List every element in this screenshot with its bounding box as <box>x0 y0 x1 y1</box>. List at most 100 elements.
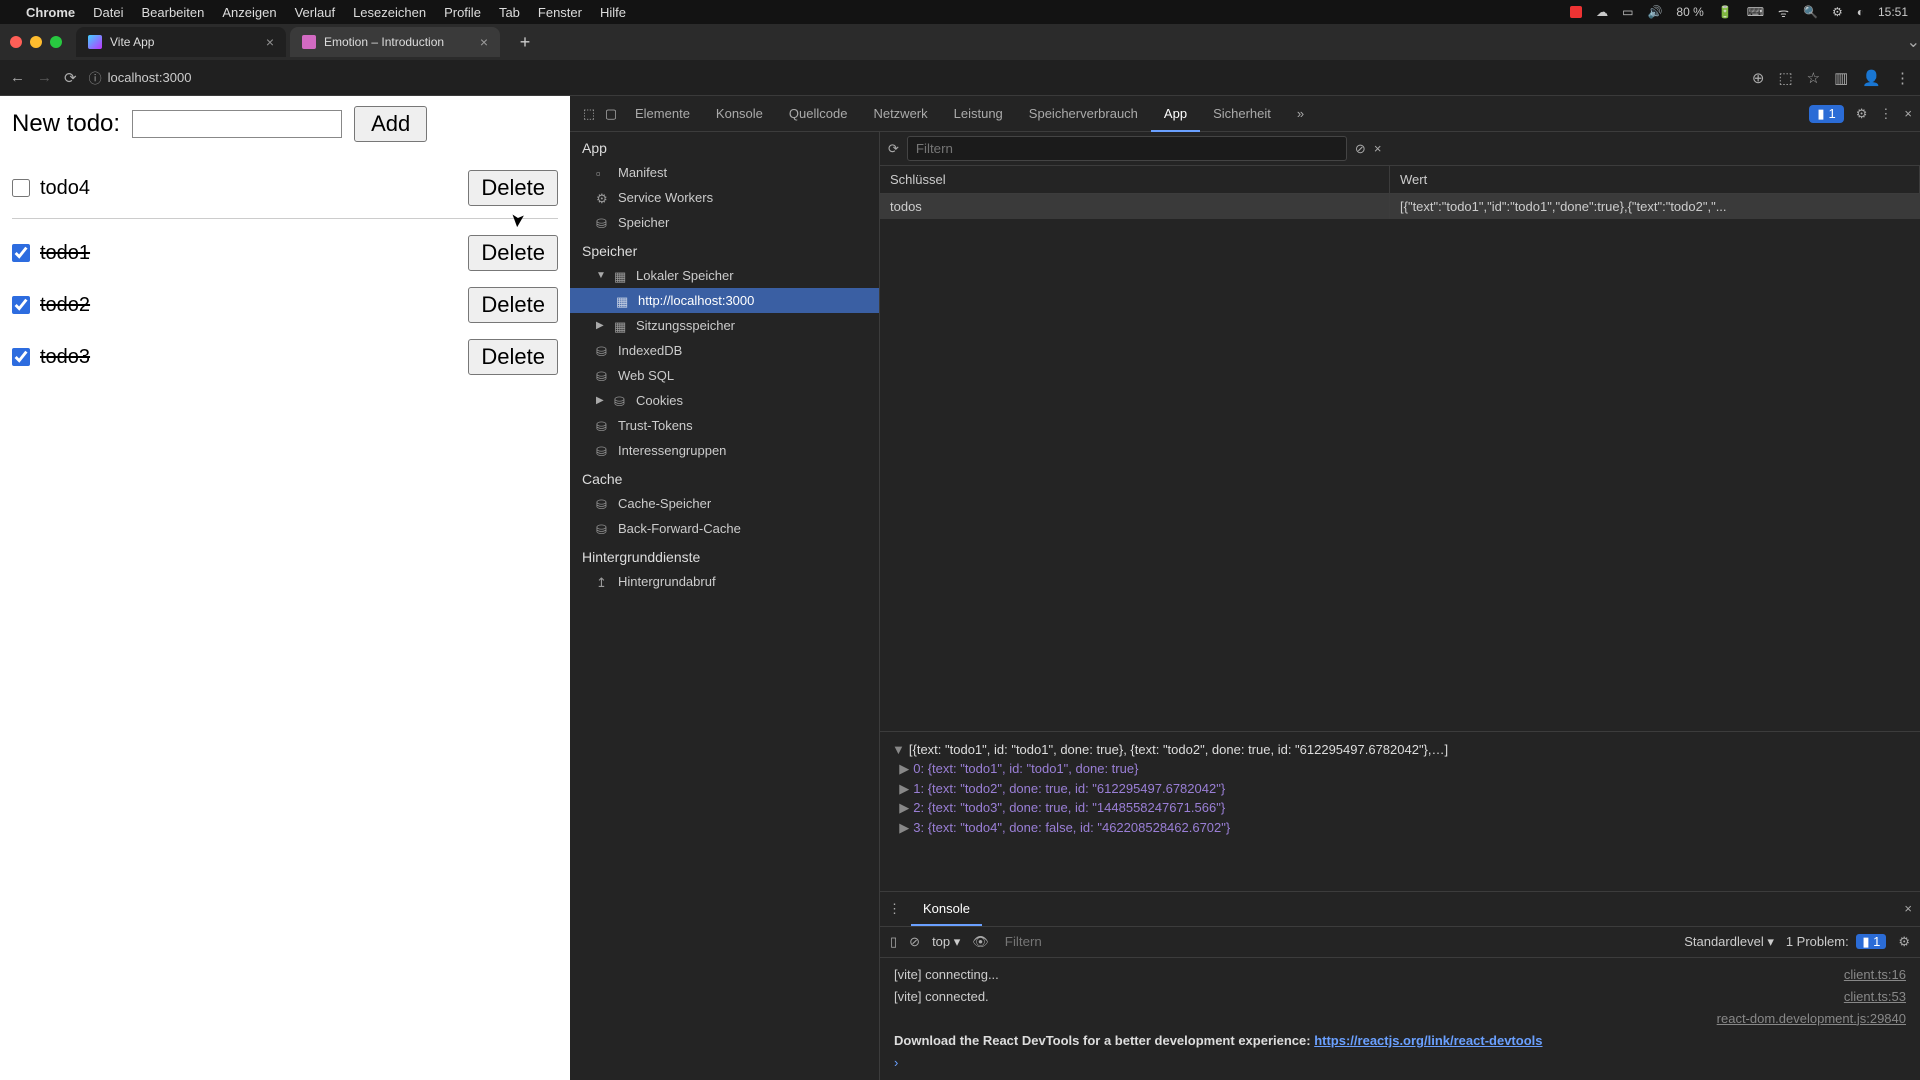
menubar-app[interactable]: Chrome <box>26 5 75 20</box>
control-center-icon[interactable]: ⚙ <box>1832 5 1843 19</box>
tab-emotion[interactable]: Emotion – Introduction × <box>290 27 500 57</box>
url-field[interactable]: ⓘ localhost:3000 <box>89 68 1740 87</box>
source-link[interactable]: client.ts:16 <box>1844 964 1906 986</box>
tab-speicherverbrauch[interactable]: Speicherverbrauch <box>1016 96 1151 132</box>
add-button[interactable]: Add <box>354 106 427 142</box>
col-value[interactable]: Wert <box>1390 166 1920 193</box>
console-prompt[interactable]: › <box>894 1052 898 1074</box>
source-link[interactable]: client.ts:53 <box>1844 986 1906 1008</box>
sidebar-manifest[interactable]: ▫Manifest <box>570 160 879 185</box>
more-tabs-icon[interactable]: » <box>1284 96 1317 132</box>
todo-checkbox[interactable] <box>12 244 30 262</box>
console-settings-icon[interactable]: ⚙ <box>1898 934 1910 950</box>
close-tab-icon[interactable]: × <box>266 34 274 50</box>
delete-button[interactable]: Delete <box>468 235 558 271</box>
sidebar-service-workers[interactable]: ⚙Service Workers <box>570 185 879 210</box>
clear-console-icon[interactable]: ⊘ <box>909 934 920 950</box>
sidebar-cache-speicher[interactable]: ⛁Cache-Speicher <box>570 491 879 516</box>
menu-bearbeiten[interactable]: Bearbeiten <box>141 5 204 20</box>
siri-icon[interactable]: ◐ <box>1857 5 1864 19</box>
todo-checkbox[interactable] <box>12 179 30 197</box>
display-icon[interactable]: ▭ <box>1622 5 1633 19</box>
sidebar-websql[interactable]: ⛁Web SQL <box>570 363 879 388</box>
menu-anzeigen[interactable]: Anzeigen <box>222 5 276 20</box>
menu-tab[interactable]: Tab <box>499 5 520 20</box>
close-window[interactable] <box>10 36 22 48</box>
sidepanel-icon[interactable]: ▥ <box>1834 69 1848 87</box>
source-link[interactable]: react-dom.development.js:29840 <box>1717 1008 1906 1030</box>
menu-hilfe[interactable]: Hilfe <box>600 5 626 20</box>
new-todo-input[interactable] <box>132 110 342 138</box>
sidebar-local-origin[interactable]: ▦http://localhost:3000 <box>570 288 879 313</box>
todo-checkbox[interactable] <box>12 348 30 366</box>
close-tab-icon[interactable]: × <box>480 34 488 50</box>
devtools-link[interactable]: https://reactjs.org/link/react-devtools <box>1314 1033 1542 1048</box>
chevron-right-icon[interactable]: ▶ <box>899 820 909 835</box>
menu-profile[interactable]: Profile <box>444 5 481 20</box>
console-filter[interactable] <box>1001 930 1672 953</box>
sidebar-interessengruppen[interactable]: ⛁Interessengruppen <box>570 438 879 463</box>
tab-netzwerk[interactable]: Netzwerk <box>860 96 940 132</box>
menu-fenster[interactable]: Fenster <box>538 5 582 20</box>
chevron-right-icon[interactable]: ▶ <box>596 320 606 331</box>
site-info-icon[interactable]: ⓘ <box>89 68 102 87</box>
sidebar-local-storage[interactable]: ▼▦Lokaler Speicher <box>570 263 879 288</box>
tab-leistung[interactable]: Leistung <box>941 96 1016 132</box>
chevron-down-icon[interactable]: ▼ <box>892 742 905 757</box>
drawer-tab-konsole[interactable]: Konsole <box>911 892 982 926</box>
chevron-down-icon[interactable]: ▼ <box>596 270 606 281</box>
minimize-window[interactable] <box>30 36 42 48</box>
tab-konsole[interactable]: Konsole <box>703 96 776 132</box>
clear-icon[interactable]: ⊘ <box>1355 141 1366 157</box>
back-button[interactable]: ← <box>10 69 25 86</box>
level-select[interactable]: Standardlevel ▾ <box>1684 934 1774 950</box>
install-icon[interactable]: ⬚ <box>1778 69 1792 87</box>
close-devtools-icon[interactable]: × <box>1904 106 1912 121</box>
sidebar-cookies[interactable]: ▶⛁Cookies <box>570 388 879 413</box>
filter-input[interactable] <box>907 136 1347 161</box>
chevron-right-icon[interactable]: ▶ <box>899 781 909 796</box>
tab-elemente[interactable]: Elemente <box>622 96 703 132</box>
chevron-right-icon[interactable]: ▶ <box>596 395 606 406</box>
clock[interactable]: 15:51 <box>1878 5 1908 19</box>
live-expr-icon[interactable]: 👁 <box>972 934 989 950</box>
menu-lesezeichen[interactable]: Lesezeichen <box>353 5 426 20</box>
drawer-menu-icon[interactable]: ⋮ <box>888 901 901 917</box>
sidebar-hintergrundabruf[interactable]: ↥Hintergrundabruf <box>570 569 879 594</box>
sidebar-trust-tokens[interactable]: ⛁Trust-Tokens <box>570 413 879 438</box>
chevron-right-icon[interactable]: ▶ <box>899 800 909 815</box>
volume-icon[interactable]: 🔊 <box>1647 5 1662 19</box>
tab-sicherheit[interactable]: Sicherheit <box>1200 96 1284 132</box>
battery-icon[interactable]: 🔋 <box>1718 5 1733 19</box>
tab-quellcode[interactable]: Quellcode <box>776 96 861 132</box>
todo-checkbox[interactable] <box>12 296 30 314</box>
delete-button[interactable]: Delete <box>468 170 558 206</box>
sidebar-speicher[interactable]: ⛁Speicher <box>570 210 879 235</box>
delete-entry-icon[interactable]: × <box>1374 141 1382 156</box>
issues-badge[interactable]: ▮ 1 <box>1809 105 1843 123</box>
keyboard-icon[interactable]: ⌨ <box>1747 5 1764 19</box>
record-icon[interactable] <box>1570 6 1582 18</box>
expand-tabs-icon[interactable]: ⌄ <box>1907 32 1920 52</box>
menu-datei[interactable]: Datei <box>93 5 123 20</box>
sidebar-bfcache[interactable]: ⛁Back-Forward-Cache <box>570 516 879 541</box>
settings-icon[interactable]: ⚙ <box>1856 106 1868 122</box>
more-icon[interactable]: ⋮ <box>1879 106 1892 122</box>
tab-app[interactable]: App <box>1151 96 1200 132</box>
context-select[interactable]: top ▾ <box>932 934 960 950</box>
toggle-sidebar-icon[interactable]: ▯ <box>890 934 897 950</box>
menu-icon[interactable]: ⋮ <box>1895 69 1910 87</box>
sidebar-session-storage[interactable]: ▶▦Sitzungsspeicher <box>570 313 879 338</box>
device-icon[interactable]: ▢ <box>600 106 622 122</box>
tab-vite-app[interactable]: Vite App × <box>76 27 286 57</box>
new-tab-button[interactable]: + <box>512 32 538 53</box>
delete-button[interactable]: Delete <box>468 287 558 323</box>
col-key[interactable]: Schlüssel <box>880 166 1390 193</box>
problems-label[interactable]: 1 Problem: ▮ 1 <box>1786 934 1887 950</box>
search-icon[interactable]: 🔍 <box>1803 5 1818 19</box>
inspect-icon[interactable]: ⬚ <box>578 106 600 122</box>
delete-button[interactable]: Delete <box>468 339 558 375</box>
menu-verlauf[interactable]: Verlauf <box>295 5 335 20</box>
cloud-icon[interactable]: ☁ <box>1596 5 1608 19</box>
zoom-icon[interactable]: ⊕ <box>1752 69 1765 87</box>
